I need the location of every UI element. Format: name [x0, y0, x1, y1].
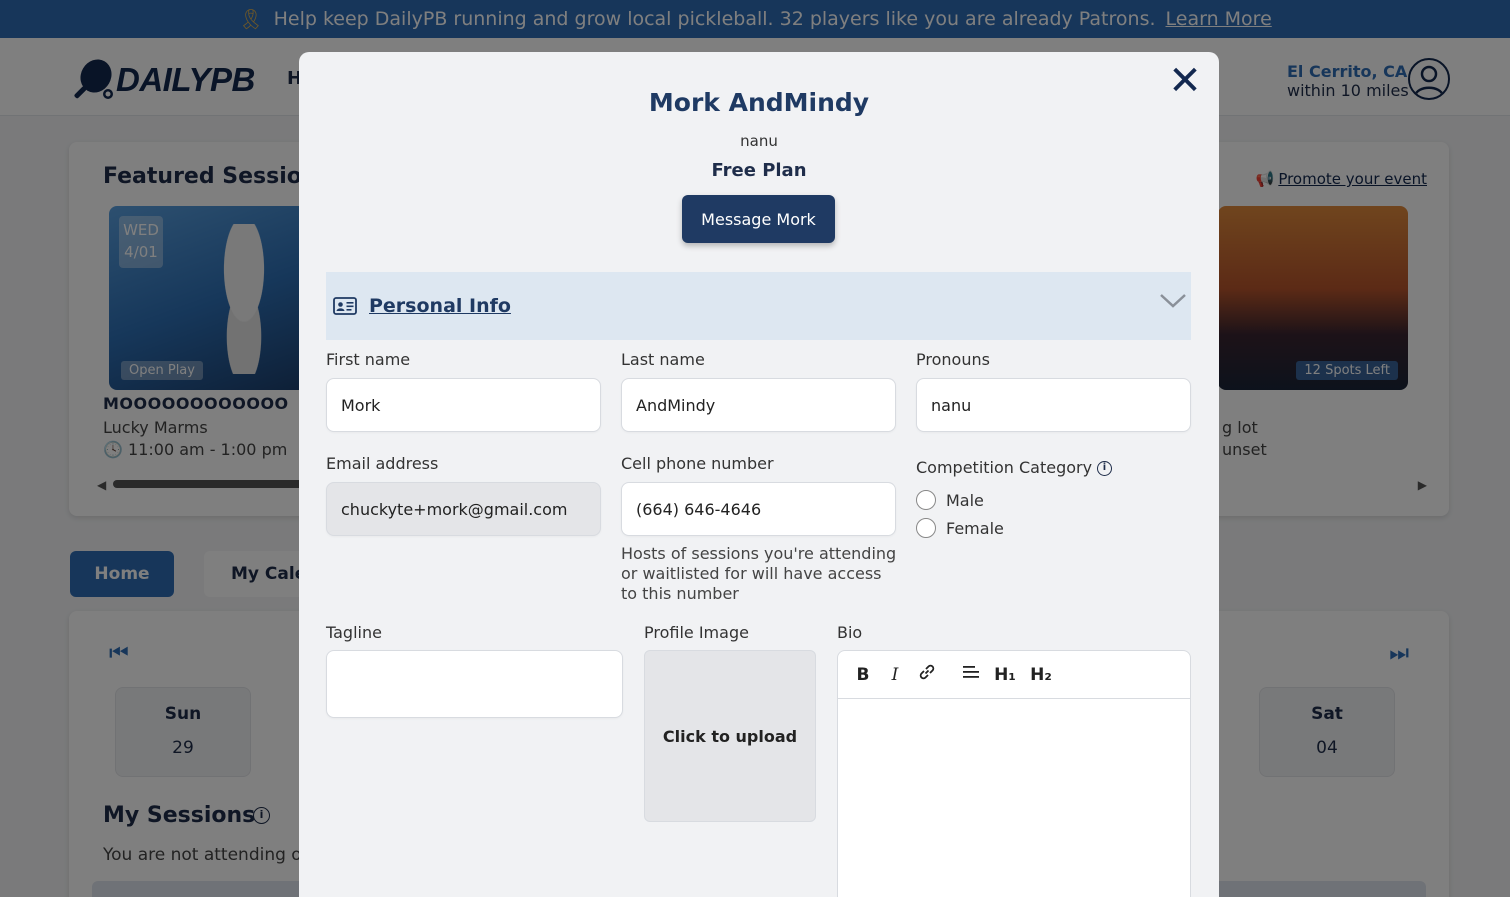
personal-info-title: Personal Info	[369, 295, 511, 317]
profile-plan: Free Plan	[711, 160, 807, 181]
editor-toolbar: B I H₁ H₂	[838, 651, 1190, 699]
tagline-label: Tagline	[326, 623, 382, 642]
radio-label: Male	[946, 490, 984, 510]
id-card-icon	[333, 297, 357, 315]
profile-image-upload[interactable]: Click to upload	[644, 650, 816, 822]
first-name-label: First name	[326, 350, 411, 369]
pronouns-field[interactable]: nanu	[916, 378, 1191, 432]
radio-female[interactable]: Female	[916, 518, 1004, 538]
profile-pronouns: nanu	[740, 132, 778, 150]
chevron-down-icon[interactable]	[1159, 292, 1187, 310]
italic-icon[interactable]: I	[886, 665, 904, 685]
align-icon[interactable]	[962, 664, 980, 685]
profile-image-label: Profile Image	[644, 623, 749, 642]
radio-male[interactable]: Male	[916, 490, 984, 510]
email-label: Email address	[326, 454, 439, 473]
phone-field[interactable]: (664) 646-4646	[621, 482, 896, 536]
email-field: chuckyte+mork@gmail.com	[326, 482, 601, 536]
last-name-label: Last name	[621, 350, 705, 369]
message-button[interactable]: Message Mork	[682, 195, 835, 243]
radio-label: Female	[946, 518, 1004, 538]
phone-label: Cell phone number	[621, 454, 774, 473]
personal-info-section-header[interactable]: Personal Info	[326, 272, 1191, 340]
link-icon[interactable]	[918, 663, 936, 686]
info-icon[interactable]: i	[1097, 461, 1112, 476]
profile-name: Mork AndMindy	[648, 88, 870, 117]
bold-icon[interactable]: B	[854, 665, 872, 685]
bio-editor[interactable]: B I H₁ H₂	[837, 650, 1191, 897]
tagline-field[interactable]	[326, 650, 623, 718]
heading2-icon[interactable]: H₂	[1030, 665, 1052, 685]
radio-circle[interactable]	[916, 490, 936, 510]
last-name-field[interactable]: AndMindy	[621, 378, 896, 432]
pronouns-label: Pronouns	[916, 350, 990, 369]
competition-category-label: Competition Category	[916, 458, 1093, 477]
radio-circle[interactable]	[916, 518, 936, 538]
phone-hint: Hosts of sessions you're attending or wa…	[621, 544, 897, 603]
bio-label: Bio	[837, 623, 863, 642]
heading1-icon[interactable]: H₁	[994, 665, 1016, 685]
upload-text: Click to upload	[662, 726, 798, 746]
profile-modal: ✕ Mork AndMindy nanu Free Plan Message M…	[299, 52, 1219, 897]
first-name-field[interactable]: Mork	[326, 378, 601, 432]
